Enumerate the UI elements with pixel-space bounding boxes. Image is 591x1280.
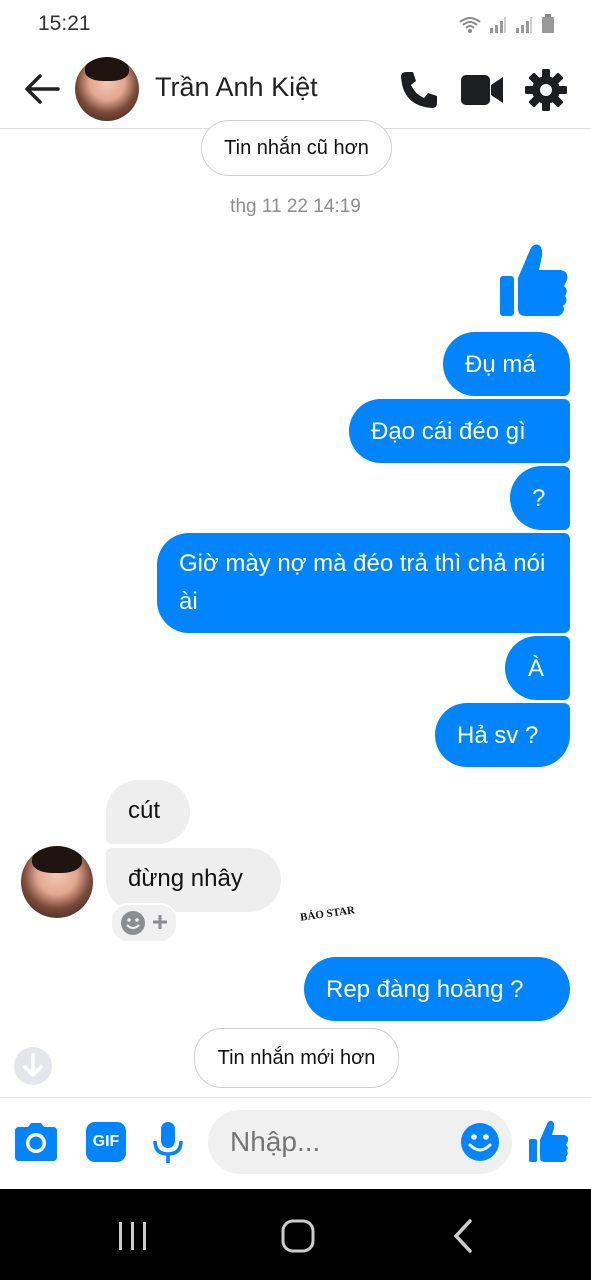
outgoing-message[interactable]: ? bbox=[510, 466, 570, 530]
emoji-icon[interactable] bbox=[460, 1122, 500, 1162]
video-call-icon[interactable] bbox=[460, 68, 504, 112]
incoming-avatar[interactable] bbox=[21, 846, 93, 918]
thumbs-up-icon[interactable] bbox=[498, 242, 570, 318]
status-time: 15:21 bbox=[38, 12, 91, 35]
scroll-down-icon[interactable] bbox=[13, 1046, 53, 1086]
recent-apps-icon[interactable] bbox=[116, 1219, 150, 1253]
camera-icon[interactable] bbox=[14, 1122, 58, 1162]
message-composer[interactable] bbox=[208, 1110, 512, 1174]
contact-avatar[interactable] bbox=[75, 57, 139, 121]
chat-header: Trần Anh Kiệt bbox=[0, 50, 591, 129]
back-arrow-icon[interactable] bbox=[22, 72, 62, 106]
composer-divider bbox=[0, 1097, 591, 1098]
system-nav-bar bbox=[0, 1189, 591, 1280]
back-nav-icon[interactable] bbox=[448, 1218, 478, 1254]
battery-icon bbox=[542, 14, 554, 33]
home-icon[interactable] bbox=[280, 1218, 316, 1254]
settings-gear-icon[interactable] bbox=[524, 68, 568, 112]
older-messages-button[interactable]: Tin nhắn cũ hơn bbox=[201, 120, 392, 176]
newer-messages-button[interactable]: Tin nhắn mới hơn bbox=[194, 1028, 399, 1088]
message-input[interactable] bbox=[230, 1126, 450, 1158]
wifi-icon bbox=[459, 17, 481, 33]
signal-icon bbox=[490, 17, 506, 33]
add-reaction-icon bbox=[153, 915, 167, 929]
message-timestamp: thg 11 22 14:19 bbox=[230, 196, 361, 217]
outgoing-message[interactable]: Rep đàng hoàng ? bbox=[304, 957, 570, 1021]
outgoing-message[interactable]: Đạo cái đéo gì bbox=[349, 399, 570, 463]
outgoing-message[interactable]: Đụ má bbox=[443, 332, 570, 396]
outgoing-message[interactable]: À bbox=[505, 636, 570, 700]
outgoing-message[interactable]: Hả sv ? bbox=[435, 703, 570, 767]
microphone-icon[interactable] bbox=[153, 1121, 183, 1165]
reaction-chip[interactable] bbox=[110, 903, 178, 943]
outgoing-message[interactable]: Giờ mày nợ mà đéo trả thì chả nói ài bbox=[157, 533, 570, 633]
signal-icon-2 bbox=[516, 17, 532, 33]
incoming-message[interactable]: cút bbox=[106, 780, 190, 844]
status-icons bbox=[459, 14, 555, 34]
emoji-icon bbox=[121, 911, 145, 935]
phone-icon[interactable] bbox=[397, 68, 441, 112]
contact-name[interactable]: Trần Anh Kiệt bbox=[155, 72, 318, 103]
thumbs-up-send-icon[interactable] bbox=[528, 1119, 570, 1163]
watermark: BẢO STAR bbox=[299, 904, 356, 924]
gif-icon[interactable]: GIF bbox=[86, 1122, 126, 1162]
